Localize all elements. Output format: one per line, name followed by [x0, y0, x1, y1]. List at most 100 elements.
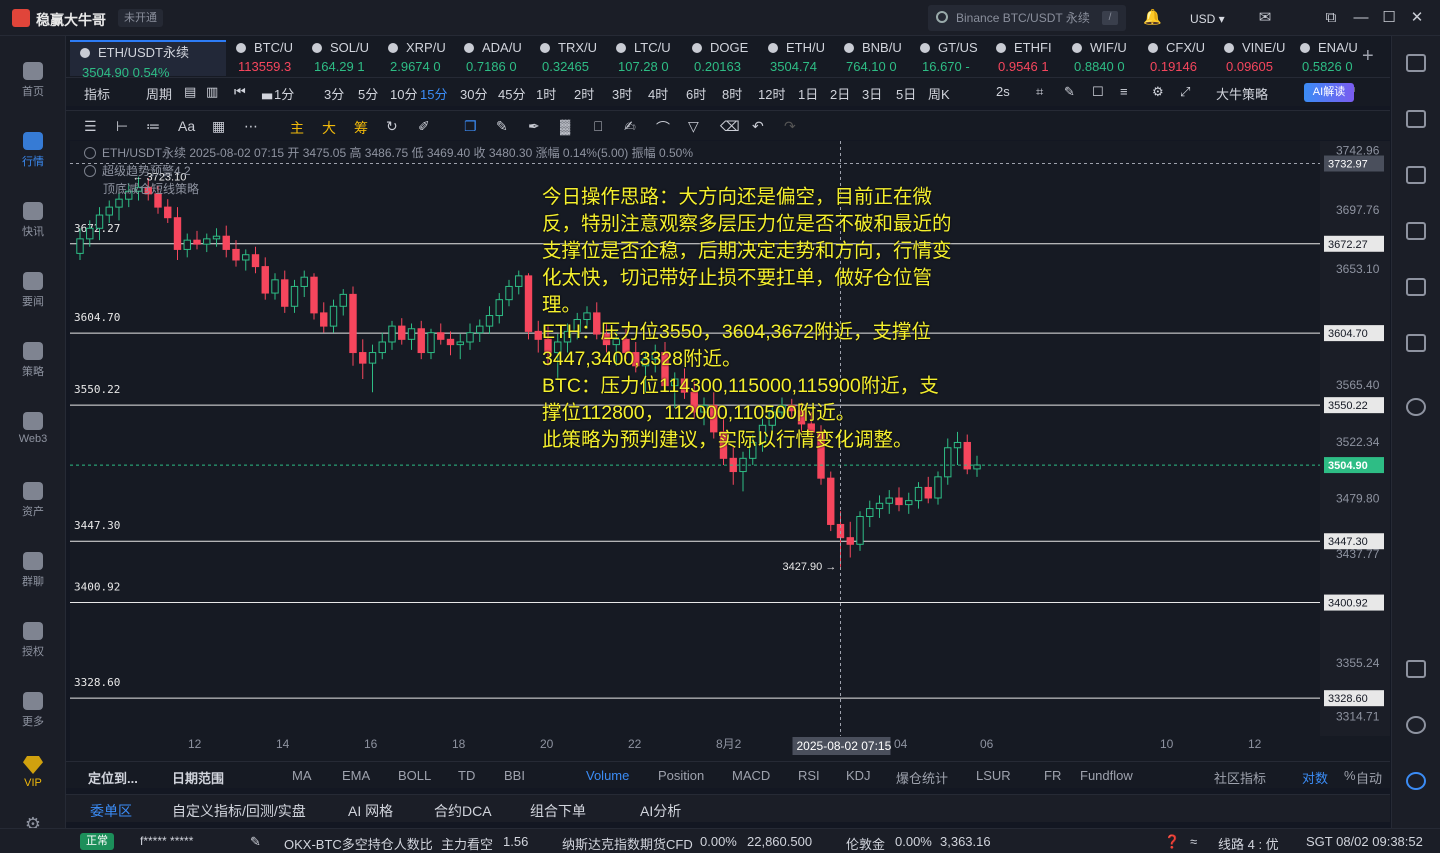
ruler-icon[interactable]: ▦: [212, 118, 225, 135]
toolbar-icon[interactable]: ⤢: [1180, 84, 1190, 100]
candle-body[interactable]: [417, 328, 425, 354]
candle-body[interactable]: [446, 338, 455, 346]
copy-icon[interactable]: ❐: [464, 118, 477, 135]
period-option[interactable]: 4时: [648, 84, 668, 103]
candle-body[interactable]: [203, 238, 211, 245]
indicator-tab[interactable]: %: [1344, 768, 1356, 783]
collapse-icon[interactable]: [84, 165, 96, 177]
candle-body[interactable]: [534, 330, 542, 340]
candle-body[interactable]: [934, 476, 942, 499]
period-option[interactable]: 45分: [498, 84, 525, 103]
panel-tab[interactable]: 组合下单: [530, 801, 586, 821]
collapse-icon[interactable]: [84, 147, 96, 159]
candle-body[interactable]: [76, 238, 84, 254]
ticker-tab[interactable]: ADA/U 0.7186 0: [454, 40, 530, 76]
period-option[interactable]: 1分: [274, 84, 294, 103]
popout-icon[interactable]: ⧉: [1322, 9, 1340, 27]
candle-body[interactable]: [86, 227, 94, 240]
indicator-tab[interactable]: Volume: [586, 768, 629, 783]
panel-tab[interactable]: 合约DCA: [434, 801, 492, 821]
candle-body[interactable]: [281, 279, 289, 307]
chart-tool-icon[interactable]: ▤: [184, 84, 196, 100]
ticker-tab[interactable]: LTC/U 107.28 0: [606, 40, 682, 76]
candle-body[interactable]: [856, 516, 864, 545]
indicator-tab[interactable]: TD: [458, 768, 475, 783]
chips-toggle[interactable]: 筹: [354, 118, 368, 138]
candle-body[interactable]: [476, 325, 484, 334]
chart-tool-icon[interactable]: ▥: [206, 84, 218, 100]
symbol-search-input[interactable]: Binance BTC/USDT 永续 /: [928, 5, 1126, 31]
candle-body[interactable]: [485, 315, 494, 327]
candle-body[interactable]: [261, 266, 269, 294]
ticker-tab[interactable]: ETH/U 3504.74: [758, 40, 834, 76]
period-option[interactable]: 2日: [830, 84, 850, 103]
indicator-tab[interactable]: BOLL: [398, 768, 431, 783]
period-option[interactable]: 3时: [612, 84, 632, 103]
candle-body[interactable]: [300, 276, 308, 287]
sidebar-item[interactable]: 首页: [0, 62, 66, 99]
indicator-tab[interactable]: KDJ: [846, 768, 871, 783]
indicator-tab[interactable]: LSUR: [976, 768, 1011, 783]
swap-icon[interactable]: [1406, 398, 1426, 416]
bell-icon[interactable]: 🔔: [1143, 9, 1162, 27]
magnet-icon[interactable]: ⌒: [656, 118, 670, 138]
indicator-tab[interactable]: MACD: [732, 768, 770, 783]
sidebar-item[interactable]: 资产: [0, 482, 66, 519]
candle-body[interactable]: [427, 332, 435, 354]
help-icon[interactable]: ❓: [1164, 834, 1180, 850]
panel-tab[interactable]: 委单区: [90, 801, 132, 821]
more-icon[interactable]: ⋯: [244, 118, 258, 135]
candle-body[interactable]: [232, 248, 240, 261]
robot-icon[interactable]: [1406, 772, 1426, 790]
sidebar-item[interactable]: 授权: [0, 622, 66, 659]
panel-tab[interactable]: AI分析: [640, 801, 681, 821]
period-option[interactable]: 30分: [460, 84, 487, 103]
candle-body[interactable]: [495, 299, 503, 317]
ticker-tab[interactable]: WIF/U 0.8840 0: [1062, 40, 1138, 76]
candle-body[interactable]: [183, 239, 191, 250]
period-option[interactable]: 5分: [358, 84, 378, 103]
candle-body[interactable]: [310, 276, 318, 314]
ticker-tab[interactable]: DOGE 0.20163: [682, 40, 758, 76]
document-icon[interactable]: [1406, 110, 1426, 128]
trend-tool-icon[interactable]: ≔: [146, 118, 160, 135]
period-option[interactable]: 周期: [146, 84, 172, 103]
period-option[interactable]: 1时: [536, 84, 556, 103]
candle-body[interactable]: [953, 441, 962, 449]
close-icon[interactable]: ✕: [1408, 9, 1426, 27]
period-option[interactable]: 6时: [686, 84, 706, 103]
maximize-icon[interactable]: ☐: [1380, 9, 1398, 27]
candle-body[interactable]: [105, 206, 113, 216]
candle-body[interactable]: [271, 279, 279, 294]
chart-icon[interactable]: [1406, 222, 1426, 240]
hline-tool-icon[interactable]: ⊢: [116, 118, 128, 135]
candle-body[interactable]: [290, 285, 299, 307]
period-option[interactable]: 8时: [722, 84, 742, 103]
ticker-tab[interactable]: ENA/U 0.5826 0: [1290, 40, 1366, 76]
ai-interpret-button[interactable]: AI解读: [1304, 83, 1354, 102]
sidebar-item[interactable]: 策略: [0, 342, 66, 379]
indicator-tab[interactable]: 日期范围: [172, 768, 224, 787]
candle-body[interactable]: [359, 352, 367, 364]
currency-select[interactable]: USD ▾: [1180, 9, 1235, 29]
period-option[interactable]: 15分: [420, 84, 447, 103]
redo-icon[interactable]: ↷: [784, 118, 796, 135]
candles-icon[interactable]: ▓: [560, 118, 570, 134]
support-icon[interactable]: [1406, 716, 1426, 734]
indicator-tab[interactable]: FR: [1044, 768, 1061, 783]
sidebar-item[interactable]: Web3: [0, 412, 66, 445]
period-option[interactable]: 3分: [324, 84, 344, 103]
indicator-tab[interactable]: 自动: [1356, 768, 1382, 787]
main-indicator-toggle[interactable]: 主: [290, 118, 304, 138]
period-option[interactable]: 5日: [896, 84, 916, 103]
edit-icon[interactable]: ✎: [250, 834, 261, 850]
indicator-tab[interactable]: Position: [658, 768, 704, 783]
toolbar-icon[interactable]: ≡: [1120, 84, 1128, 99]
candle-body[interactable]: [378, 341, 386, 354]
network-line[interactable]: 线路 4 : 优: [1218, 834, 1279, 853]
brush-icon[interactable]: ✒: [528, 118, 540, 135]
sidebar-item[interactable]: 行情: [0, 132, 66, 169]
indicator-tab[interactable]: 对数: [1302, 768, 1328, 787]
candle-body[interactable]: [846, 537, 854, 545]
candle-body[interactable]: [115, 198, 123, 208]
